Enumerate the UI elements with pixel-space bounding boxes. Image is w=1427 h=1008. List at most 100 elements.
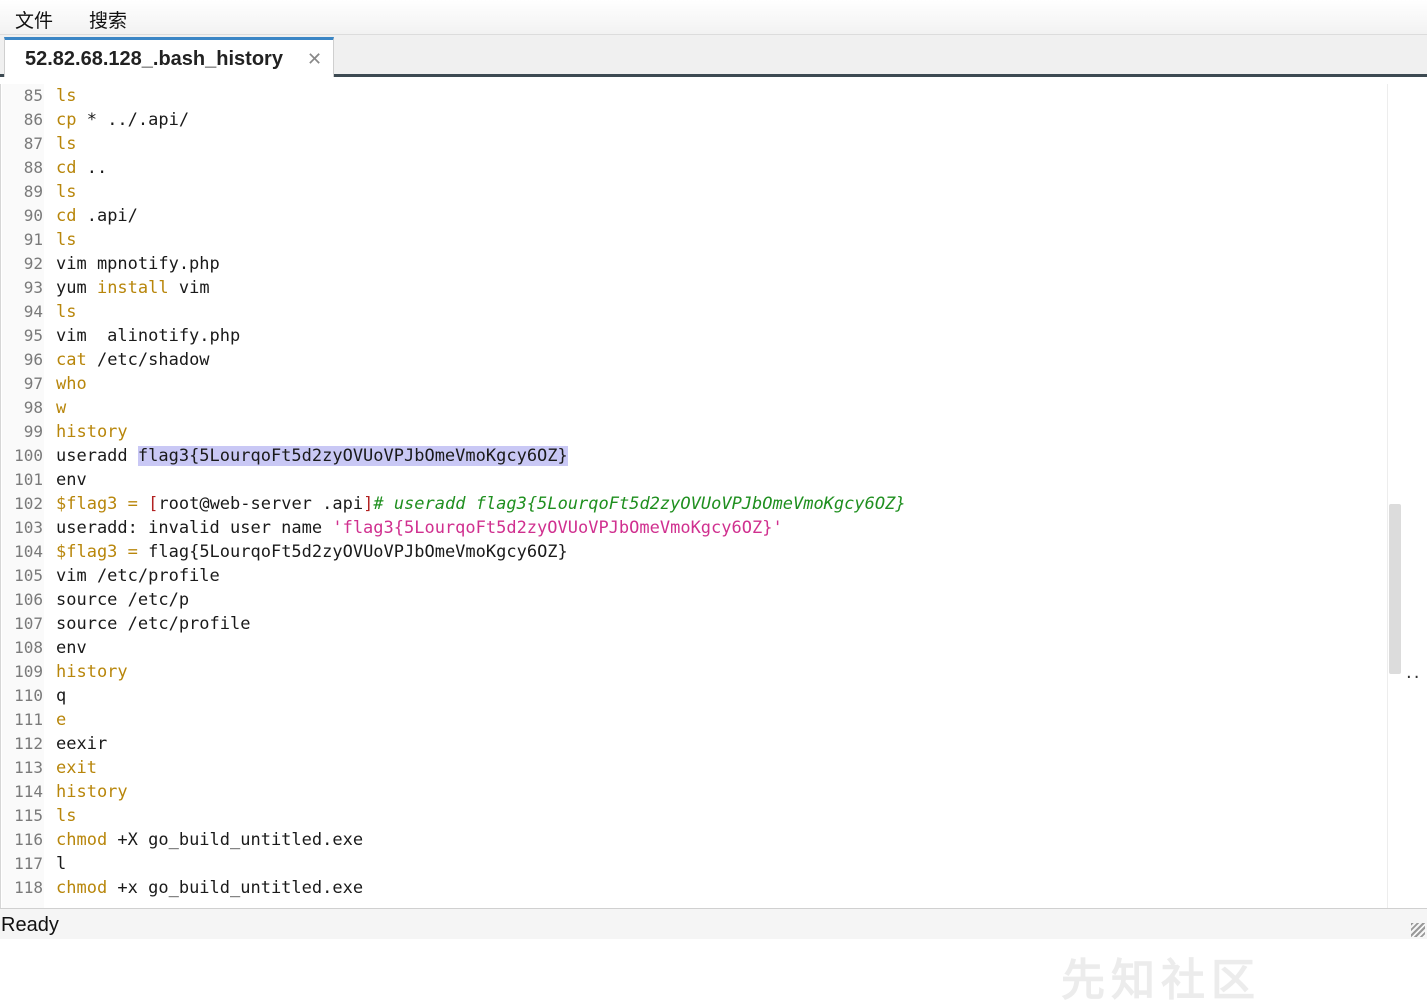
- line-text: cd ..: [56, 156, 107, 180]
- line-number: 94: [23, 302, 43, 321]
- line-text: vim alinotify.php: [56, 324, 240, 348]
- line-number: 92: [23, 254, 43, 273]
- token: flag{5LourqoFt5d2zyOVUoVPJbOmeVmoKgcy6OZ…: [148, 542, 568, 562]
- line-text: ls: [56, 300, 76, 324]
- token: e: [56, 710, 67, 730]
- token: .api/: [76, 206, 138, 226]
- line-number: 105: [14, 566, 43, 585]
- token: root@web-server .api: [158, 494, 364, 514]
- line-number: 106: [14, 590, 43, 609]
- token: history: [56, 422, 128, 442]
- token: 'flag3{5LourqoFt5d2zyOVUoVPJbOmeVmoKgcy6…: [332, 518, 783, 538]
- token: eexir: [56, 734, 108, 754]
- line-text: exit: [56, 756, 97, 780]
- line-text: $flag3 = [root@web-server .api]# useradd…: [56, 492, 906, 516]
- token: source /etc/profile: [56, 614, 251, 634]
- token: useradd: [56, 446, 138, 466]
- token: ls: [56, 86, 77, 106]
- token: cd: [56, 206, 77, 226]
- line-text: q: [56, 684, 66, 708]
- line-number: 97: [23, 374, 43, 393]
- line-number: 98: [23, 398, 43, 417]
- line-text: $flag3 = flag{5LourqoFt5d2zyOVUoVPJbOmeV…: [56, 540, 568, 564]
- token: cat: [56, 350, 87, 370]
- tab-bash-history[interactable]: 52.82.68.128_.bash_history ✕: [4, 37, 334, 77]
- token: =: [117, 542, 149, 562]
- menu-bar: 文件 搜索: [0, 0, 1427, 35]
- line-number: 85: [23, 86, 43, 105]
- token: +x go_build_untitled.exe: [107, 878, 364, 898]
- line-text: l: [56, 852, 66, 876]
- line-text: history: [56, 660, 128, 684]
- token: install: [96, 278, 169, 298]
- token: env: [56, 470, 87, 490]
- token: vim: [168, 278, 210, 298]
- line-number: 112: [14, 734, 43, 753]
- token: $flag3: [56, 494, 118, 514]
- line-text: chmod +x go_build_untitled.exe: [56, 876, 363, 900]
- watermark: 先知社区: [1061, 955, 1261, 1006]
- token: env: [56, 638, 87, 658]
- tab-title: 52.82.68.128_.bash_history: [25, 48, 283, 70]
- token: cd: [56, 158, 77, 178]
- line-text: vim mpnotify.php: [56, 252, 220, 276]
- token: vim mpnotify.php: [56, 254, 220, 274]
- status-bar: Ready: [0, 908, 1427, 939]
- token: source /etc/p: [56, 590, 190, 610]
- line-number: 111: [14, 710, 43, 729]
- line-number: 104: [14, 542, 43, 561]
- line-number: 99: [23, 422, 43, 441]
- token: # useradd flag3{5LourqoFt5d2zyOVUoVPJbOm…: [373, 494, 906, 514]
- line-number: 95: [23, 326, 43, 345]
- line-number: 91: [23, 230, 43, 249]
- menu-file[interactable]: 文件: [15, 6, 53, 33]
- token: ..: [76, 158, 108, 178]
- token: cp: [56, 110, 77, 130]
- line-text: eexir: [56, 732, 107, 756]
- vertical-scrollbar-thumb[interactable]: [1389, 504, 1401, 674]
- line-text: history: [56, 420, 128, 444]
- resize-grip-icon[interactable]: [1411, 923, 1425, 937]
- token: w: [56, 398, 67, 418]
- close-icon[interactable]: ✕: [307, 49, 322, 70]
- token: $flag3: [56, 542, 118, 562]
- menu-search[interactable]: 搜索: [89, 6, 127, 33]
- line-text: ls: [56, 228, 76, 252]
- overflow-dots: ..: [1406, 662, 1422, 683]
- line-text: cat /etc/shadow: [56, 348, 210, 372]
- line-text: yum install vim: [56, 276, 210, 300]
- token: ls: [56, 806, 77, 826]
- line-number: 93: [23, 278, 43, 297]
- line-number: 100: [14, 446, 43, 465]
- token: vim alinotify.php: [56, 326, 241, 346]
- token: ls: [56, 302, 77, 322]
- token: q: [56, 686, 67, 706]
- line-text: env: [56, 468, 87, 492]
- line-text: useradd flag3{5LourqoFt5d2zyOVUoVPJbOmeV…: [56, 444, 568, 468]
- line-text: cp * ../.api/: [56, 108, 189, 132]
- token: chmod: [56, 830, 108, 850]
- code-editor[interactable]: 85 ls 86 cp * ../.api/87 ls 88 cd .. 89 ls 90 cd .…: [0, 84, 1427, 1006]
- line-text: ls: [56, 84, 76, 108]
- token: ls: [56, 230, 77, 250]
- line-text: cd .api/: [56, 204, 138, 228]
- token: [: [148, 494, 159, 514]
- line-text: w: [56, 396, 66, 420]
- line-number: 101: [14, 470, 43, 489]
- token: l: [56, 854, 67, 874]
- token: chmod: [56, 878, 108, 898]
- line-text: ls: [56, 180, 76, 204]
- vertical-scrollbar-track[interactable]: [1387, 84, 1404, 908]
- token: +X go_build_untitled.exe: [107, 830, 364, 850]
- line-text: env: [56, 636, 87, 660]
- line-number: 96: [23, 350, 43, 369]
- line-text: history: [56, 780, 128, 804]
- line-number: 102: [14, 494, 43, 513]
- line-text: who: [56, 372, 87, 396]
- token: exit: [56, 758, 97, 778]
- token: /etc/shadow: [86, 350, 210, 370]
- line-text: vim /etc/profile: [56, 564, 220, 588]
- token: yum: [56, 278, 97, 298]
- line-number: 118: [14, 878, 43, 897]
- line-number: 115: [14, 806, 43, 825]
